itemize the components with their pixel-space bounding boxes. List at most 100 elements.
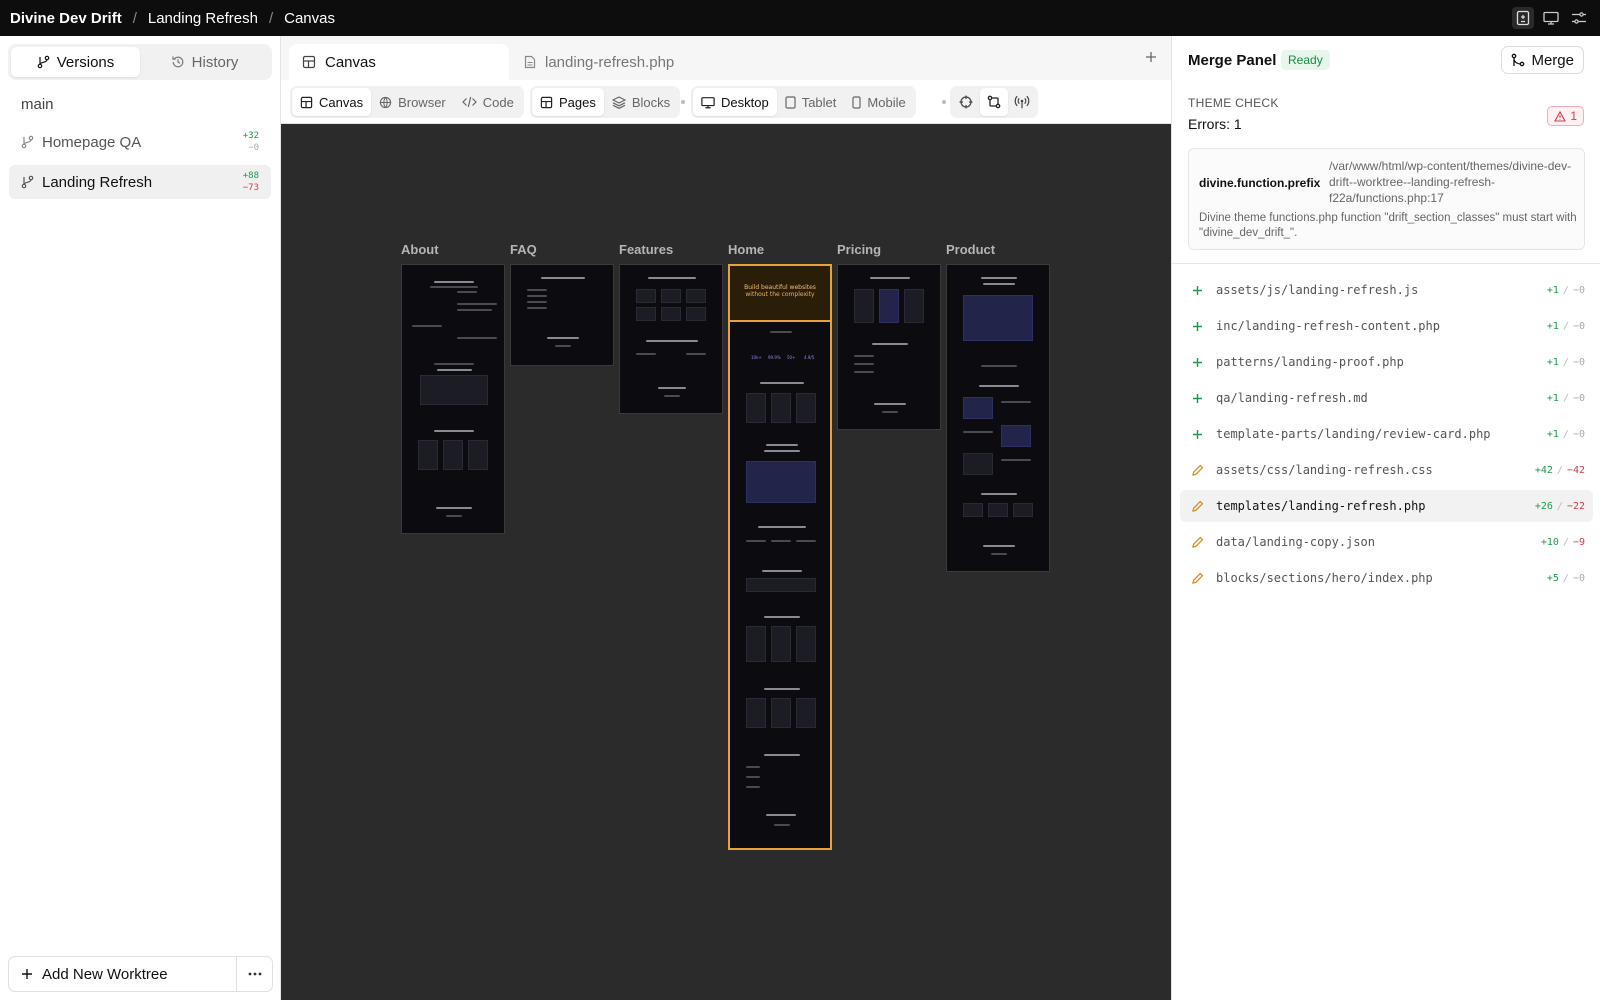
content-mode-group: Pages Blocks (530, 86, 681, 118)
view-mode-code[interactable]: Code (454, 88, 522, 116)
additions-count: +10 (1540, 536, 1559, 548)
theme-check-issue[interactable]: divine.function.prefix /var/www/html/wp-… (1188, 148, 1585, 250)
changed-file-item[interactable]: patterns/landing-proof.php +1/−0 (1180, 346, 1593, 378)
page-thumbnail-home[interactable]: Build beautiful websites without the com… (728, 264, 832, 850)
new-tab-button[interactable] (1145, 50, 1157, 66)
page-thumbnail-features[interactable] (619, 264, 723, 414)
page-canvas[interactable]: About FAQ Features Home Pricing Product (281, 124, 1171, 1000)
worktree-name: Homepage QA (42, 133, 142, 151)
editor-area: Canvas landing-refresh.php Canvas Browse… (281, 36, 1171, 1000)
theme-check-heading: THEME CHECK (1188, 96, 1279, 110)
changed-file-item[interactable]: blocks/sections/hero/index.php +5/−0 (1180, 562, 1593, 594)
pages-icon (540, 96, 553, 108)
separator-dot (942, 100, 946, 104)
breadcrumb-separator: / (132, 9, 137, 27)
file-name: patterns/landing-proof.php (1216, 355, 1404, 369)
content-mode-pages[interactable]: Pages (532, 88, 604, 116)
additions-count: +32 (242, 131, 259, 141)
device-label: Desktop (721, 94, 769, 110)
merge-button[interactable]: Merge (1501, 46, 1584, 74)
file-name: qa/landing-refresh.md (1216, 391, 1368, 405)
branch-main[interactable]: main (21, 96, 54, 113)
changed-file-item[interactable]: inc/landing-refresh-content.php +1/−0 (1180, 310, 1593, 342)
additions-count: +88 (242, 171, 259, 181)
tab-history[interactable]: History (140, 47, 269, 77)
add-worktree-bar: Add New Worktree (8, 956, 273, 992)
tab-history-label: History (191, 53, 239, 71)
deletions-count: −0 (1572, 356, 1585, 368)
device-desktop[interactable]: Desktop (693, 88, 777, 116)
deletions-count: −22 (1566, 500, 1585, 512)
canvas-toolbar: Canvas Browser Code Pages Blocks Desktop… (281, 80, 1171, 124)
page-label-pricing: Pricing (837, 242, 882, 257)
error-count-badge[interactable]: 1 (1547, 106, 1584, 126)
broadcast-icon[interactable] (1008, 88, 1036, 116)
breadcrumb-view: Canvas (284, 9, 335, 27)
monitor-icon (701, 96, 715, 108)
additions-count: +1 (1546, 284, 1559, 296)
deletions-count: −0 (1572, 572, 1585, 584)
view-mode-canvas[interactable]: Canvas (292, 88, 372, 116)
deletions-count: −9 (1572, 536, 1585, 548)
add-worktree-button[interactable]: Add New Worktree (9, 957, 236, 991)
tab-canvas[interactable]: Canvas (289, 44, 509, 80)
tab-landing-refresh-php[interactable]: landing-refresh.php (511, 44, 687, 80)
error-count: 1 (1570, 109, 1577, 123)
tab-versions[interactable]: Versions (11, 47, 140, 77)
history-icon (172, 56, 183, 68)
warning-icon (1554, 110, 1567, 122)
merge-panel-toggle-icon[interactable] (1512, 7, 1534, 29)
sidebar-segmented-control: Versions History (8, 44, 272, 80)
page-thumbnail-product[interactable] (946, 264, 1050, 572)
content-mode-blocks[interactable]: Blocks (604, 88, 678, 116)
device-label: Mobile (867, 94, 906, 110)
device-label: Tablet (801, 94, 837, 110)
home-stat: 99.9% (768, 355, 781, 360)
device-mobile[interactable]: Mobile (844, 88, 913, 116)
page-thumbnail-faq[interactable] (510, 264, 614, 366)
layout-icon (302, 55, 316, 69)
tablet-icon (785, 95, 796, 109)
page-thumbnail-about[interactable] (401, 264, 505, 534)
worktree-item-landing-refresh[interactable]: Landing Refresh +88 −73 (9, 165, 271, 199)
home-hero-subtitle: without the complexity (745, 291, 815, 298)
crosshair-icon[interactable] (952, 88, 980, 116)
pencil-icon (1188, 464, 1206, 477)
home-stat: 10k+ (751, 355, 762, 360)
more-options-button[interactable] (236, 957, 272, 991)
device-group: Desktop Tablet Mobile (691, 86, 916, 118)
additions-count: +1 (1546, 356, 1559, 368)
worktree-name: Landing Refresh (42, 173, 153, 191)
pencil-icon (1188, 500, 1206, 513)
changed-file-item[interactable]: template-parts/landing/review-card.php +… (1180, 418, 1593, 450)
worktree-diff-counts: +32 −0 (243, 130, 259, 154)
worktree-item-homepage-qa[interactable]: Homepage QA +32 −0 (9, 125, 271, 159)
plus-icon (1188, 429, 1206, 440)
plus-icon (22, 969, 32, 979)
changed-file-item[interactable]: data/landing-copy.json +10/−9 (1180, 526, 1593, 558)
compare-branches-icon[interactable] (980, 88, 1008, 116)
view-mode-browser[interactable]: Browser (371, 88, 454, 116)
deletions-count: −0 (1572, 320, 1585, 332)
device-tablet[interactable]: Tablet (777, 88, 845, 116)
page-label-home: Home (728, 242, 765, 257)
settings-sliders-icon[interactable] (1568, 7, 1590, 29)
monitor-icon[interactable] (1540, 7, 1562, 29)
page-label-features: Features (619, 242, 674, 257)
changed-file-item[interactable]: templates/landing-refresh.php +26/−22 (1180, 490, 1593, 522)
content-mode-label: Pages (559, 94, 596, 110)
view-mode-group: Canvas Browser Code (290, 86, 524, 118)
changed-file-item[interactable]: qa/landing-refresh.md +1/−0 (1180, 382, 1593, 414)
changed-file-item[interactable]: assets/js/landing-refresh.js +1/−0 (1180, 274, 1593, 306)
worktree-diff-counts: +88 −73 (243, 170, 259, 194)
editor-tabs: Canvas landing-refresh.php (281, 36, 1171, 80)
page-thumbnail-pricing[interactable] (837, 264, 941, 430)
breadcrumb-worktree[interactable]: Landing Refresh (148, 10, 258, 27)
deletions-count: −73 (242, 183, 259, 193)
additions-count: +5 (1546, 572, 1559, 584)
changed-file-item[interactable]: assets/css/landing-refresh.css +42/−42 (1180, 454, 1593, 486)
issue-path: /var/www/html/wp-content/themes/divine-d… (1329, 159, 1572, 205)
breadcrumb-project[interactable]: Divine Dev Drift (10, 10, 122, 27)
plus-icon (1188, 285, 1206, 296)
merge-panel-title: Merge Panel (1188, 52, 1277, 69)
